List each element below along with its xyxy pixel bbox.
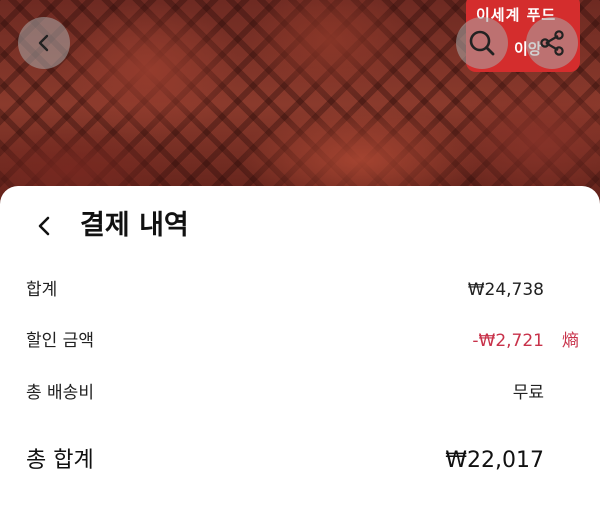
shipping-label: 총 배송비 <box>26 383 94 403</box>
page-title: 결제 내역 <box>80 210 189 241</box>
total-value: ₩22,017 <box>445 448 544 473</box>
subtotal-label: 합계 <box>26 280 58 300</box>
sheet-header: 결제 내역 <box>0 204 600 248</box>
discount-value: -₩2,721 <box>472 331 544 351</box>
shipping-row: 총 배송비 무료 <box>0 378 600 408</box>
search-button[interactable] <box>456 17 508 69</box>
discount-label: 할인 금액 <box>26 331 94 351</box>
sheet-back-button[interactable] <box>30 212 58 240</box>
total-label: 총 합계 <box>26 448 94 473</box>
subtotal-row: 합계 ₩24,738 <box>0 275 600 305</box>
payment-details-sheet: 결제 내역 합계 ₩24,738 할인 금액 -₩2,721 熵 총 배송비 무… <box>0 186 600 516</box>
chevron-left-icon <box>38 34 49 52</box>
search-icon <box>469 30 495 56</box>
share-button[interactable] <box>526 17 578 69</box>
discount-row: 할인 금액 -₩2,721 熵 <box>0 326 600 356</box>
shipping-value: 무료 <box>512 383 544 403</box>
back-button[interactable] <box>18 17 70 69</box>
discount-note: 熵 <box>562 331 579 351</box>
product-hero-image: 이세계 푸드 이앙 <box>0 0 600 210</box>
subtotal-value: ₩24,738 <box>467 280 544 300</box>
share-icon <box>540 30 564 56</box>
chevron-left-icon <box>38 216 50 236</box>
total-row: 총 합계 ₩22,017 <box>0 446 600 476</box>
